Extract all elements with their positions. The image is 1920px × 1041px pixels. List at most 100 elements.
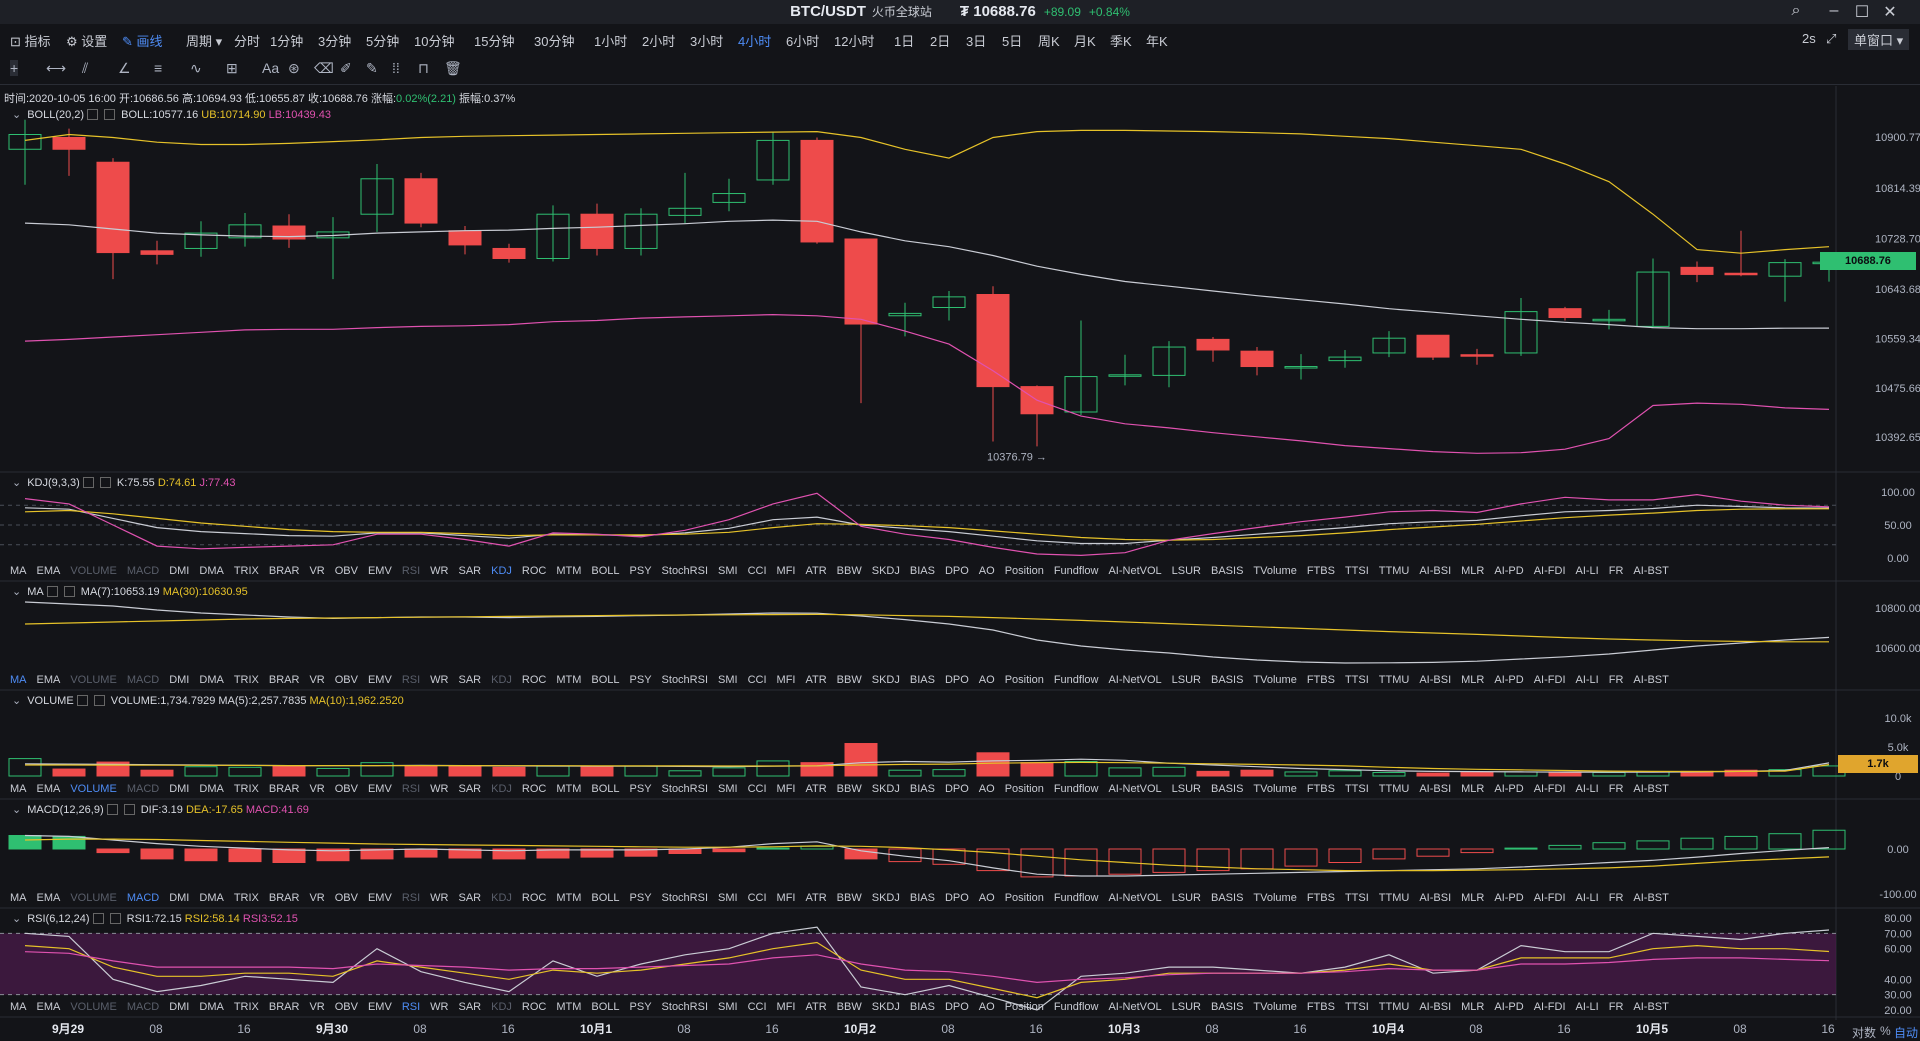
indicator-tab-mfi[interactable]: MFI (777, 892, 796, 904)
indicator-tab-ttmu[interactable]: TTMU (1379, 783, 1410, 795)
indicator-tab-volume[interactable]: VOLUME (70, 783, 116, 795)
indicator-tab-ai-netvol[interactable]: AI-NetVOL (1108, 674, 1161, 686)
indicator-tab-sar[interactable]: SAR (458, 565, 481, 577)
indicator-tab-sar[interactable]: SAR (458, 1001, 481, 1013)
indicator-tab-macd[interactable]: MACD (127, 783, 159, 795)
indicator-tab-lsur[interactable]: LSUR (1172, 565, 1201, 577)
indicator-tab-rsi[interactable]: RSI (402, 892, 420, 904)
indicator-tab-bias[interactable]: BIAS (910, 674, 935, 686)
indicator-tab-stochrsi[interactable]: StochRSI (662, 783, 708, 795)
indicator-tab-ai-bst[interactable]: AI-BST (1633, 783, 1668, 795)
indicator-tab-vr[interactable]: VR (309, 565, 324, 577)
indicator-tab-roc[interactable]: ROC (522, 565, 546, 577)
indicator-tab-fr[interactable]: FR (1609, 674, 1624, 686)
indicator-tab-ai-li[interactable]: AI-LI (1576, 783, 1599, 795)
indicator-tab-ao[interactable]: AO (979, 565, 995, 577)
indicator-tab-trix[interactable]: TRIX (234, 783, 259, 795)
indicator-tab-volume[interactable]: VOLUME (70, 674, 116, 686)
indicator-tab-ai-netvol[interactable]: AI-NetVOL (1108, 1001, 1161, 1013)
indicator-tab-macd[interactable]: MACD (127, 1001, 159, 1013)
indicator-tab-ai-bst[interactable]: AI-BST (1633, 892, 1668, 904)
indicator-tab-rsi[interactable]: RSI (402, 565, 420, 577)
indicator-tab-smi[interactable]: SMI (718, 892, 738, 904)
indicator-tab-obv[interactable]: OBV (335, 1001, 358, 1013)
indicator-tab-ai-bsi[interactable]: AI-BSI (1419, 674, 1451, 686)
indicator-tab-macd[interactable]: MACD (127, 892, 159, 904)
indicator-tab-smi[interactable]: SMI (718, 783, 738, 795)
indicator-tab-psy[interactable]: PSY (630, 892, 652, 904)
indicator-tab-ttsi[interactable]: TTSI (1345, 674, 1369, 686)
indicator-tab-boll[interactable]: BOLL (591, 783, 619, 795)
indicator-tab-ftbs[interactable]: FTBS (1307, 674, 1335, 686)
indicator-tab-position[interactable]: Position (1005, 674, 1044, 686)
indicator-tab-ttmu[interactable]: TTMU (1379, 892, 1410, 904)
indicator-tab-ai-bsi[interactable]: AI-BSI (1419, 565, 1451, 577)
indicator-tab-volume[interactable]: VOLUME (70, 565, 116, 577)
indicator-tab-mlr[interactable]: MLR (1461, 783, 1484, 795)
indicator-tab-ftbs[interactable]: FTBS (1307, 783, 1335, 795)
indicator-tab-mtm[interactable]: MTM (556, 1001, 581, 1013)
indicator-tab-dpo[interactable]: DPO (945, 674, 969, 686)
indicator-tab-fr[interactable]: FR (1609, 565, 1624, 577)
indicator-tab-cci[interactable]: CCI (748, 674, 767, 686)
indicator-tab-volume[interactable]: VOLUME (70, 1001, 116, 1013)
indicator-tab-dma[interactable]: DMA (199, 1001, 223, 1013)
indicator-tab-dmi[interactable]: DMI (169, 565, 189, 577)
indicator-tab-fr[interactable]: FR (1609, 783, 1624, 795)
indicator-tab-atr[interactable]: ATR (805, 1001, 826, 1013)
indicator-tab-sar[interactable]: SAR (458, 783, 481, 795)
indicator-tab-position[interactable]: Position (1005, 783, 1044, 795)
indicator-tab-ai-li[interactable]: AI-LI (1576, 674, 1599, 686)
indicator-tab-atr[interactable]: ATR (805, 783, 826, 795)
indicator-tab-atr[interactable]: ATR (805, 674, 826, 686)
indicator-tab-roc[interactable]: ROC (522, 892, 546, 904)
indicator-tab-ai-bsi[interactable]: AI-BSI (1419, 783, 1451, 795)
indicator-tab-ai-bst[interactable]: AI-BST (1633, 565, 1668, 577)
indicator-tab-dmi[interactable]: DMI (169, 674, 189, 686)
indicator-tab-mfi[interactable]: MFI (777, 565, 796, 577)
indicator-tab-psy[interactable]: PSY (630, 674, 652, 686)
indicator-tab-ttsi[interactable]: TTSI (1345, 1001, 1369, 1013)
indicator-tab-ttsi[interactable]: TTSI (1345, 565, 1369, 577)
indicator-tab-smi[interactable]: SMI (718, 1001, 738, 1013)
indicator-tab-ai-pd[interactable]: AI-PD (1494, 1001, 1523, 1013)
indicator-tab-atr[interactable]: ATR (805, 565, 826, 577)
indicator-tab-dmi[interactable]: DMI (169, 892, 189, 904)
indicator-tab-ai-netvol[interactable]: AI-NetVOL (1108, 565, 1161, 577)
indicator-tab-wr[interactable]: WR (430, 1001, 448, 1013)
indicator-tab-vr[interactable]: VR (309, 674, 324, 686)
indicator-tab-brar[interactable]: BRAR (269, 674, 300, 686)
indicator-tab-basis[interactable]: BASIS (1211, 1001, 1243, 1013)
indicator-tab-dpo[interactable]: DPO (945, 1001, 969, 1013)
indicator-tab-mtm[interactable]: MTM (556, 674, 581, 686)
indicator-tab-ao[interactable]: AO (979, 892, 995, 904)
indicator-tab-mlr[interactable]: MLR (1461, 674, 1484, 686)
indicator-tab-rsi[interactable]: RSI (402, 783, 420, 795)
indicator-tab-ttsi[interactable]: TTSI (1345, 892, 1369, 904)
indicator-tab-ftbs[interactable]: FTBS (1307, 892, 1335, 904)
indicator-tab-wr[interactable]: WR (430, 565, 448, 577)
indicator-tab-ttmu[interactable]: TTMU (1379, 565, 1410, 577)
indicator-tab-mlr[interactable]: MLR (1461, 565, 1484, 577)
indicator-tab-ema[interactable]: EMA (37, 783, 61, 795)
indicator-tab-ttmu[interactable]: TTMU (1379, 1001, 1410, 1013)
indicator-tab-ai-netvol[interactable]: AI-NetVOL (1108, 783, 1161, 795)
indicator-tab-cci[interactable]: CCI (748, 1001, 767, 1013)
indicator-tab-ai-bst[interactable]: AI-BST (1633, 1001, 1668, 1013)
indicator-tab-ma[interactable]: MA (10, 674, 27, 686)
indicator-tab-ai-netvol[interactable]: AI-NetVOL (1108, 892, 1161, 904)
indicator-tab-skdj[interactable]: SKDJ (872, 783, 900, 795)
indicator-tab-ai-bsi[interactable]: AI-BSI (1419, 892, 1451, 904)
indicator-tab-rsi[interactable]: RSI (402, 674, 420, 686)
indicator-tab-trix[interactable]: TRIX (234, 1001, 259, 1013)
indicator-tab-brar[interactable]: BRAR (269, 892, 300, 904)
indicator-tab-mlr[interactable]: MLR (1461, 892, 1484, 904)
indicator-tab-bbw[interactable]: BBW (837, 892, 862, 904)
chart-canvas[interactable]: 10900.77 10814.39 10728.70 10643.68 10559.34… (0, 0, 1920, 1039)
indicator-tab-position[interactable]: Position (1005, 1001, 1044, 1013)
indicator-tab-obv[interactable]: OBV (335, 783, 358, 795)
indicator-tab-vr[interactable]: VR (309, 1001, 324, 1013)
indicator-tab-ema[interactable]: EMA (37, 674, 61, 686)
indicator-tab-trix[interactable]: TRIX (234, 674, 259, 686)
indicator-tab-dpo[interactable]: DPO (945, 783, 969, 795)
